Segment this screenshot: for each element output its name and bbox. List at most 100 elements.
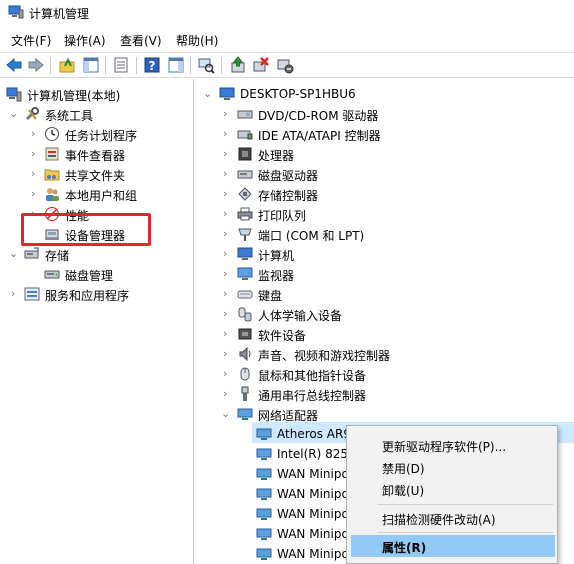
disable-device-icon[interactable] — [276, 56, 294, 74]
properties-list-icon[interactable] — [112, 56, 130, 74]
category-dvd[interactable]: › DVD/CD-ROM 驱动器 — [196, 104, 574, 124]
chevron-right-icon[interactable]: › — [11, 287, 21, 300]
update-driver-icon[interactable] — [229, 56, 247, 74]
chevron-right-icon[interactable]: › — [223, 147, 233, 160]
menu-help[interactable]: 帮助(H) — [176, 32, 218, 49]
device-tree-root[interactable]: ⌄ DESKTOP-SP1HBU6 — [196, 84, 574, 104]
svg-text:?: ? — [149, 59, 156, 73]
category-processor[interactable]: › 处理器 — [196, 144, 574, 164]
tree-root[interactable]: 计算机管理(本地) — [0, 84, 194, 104]
category-hid[interactable]: › 人体学输入设备 — [196, 304, 574, 324]
category-software-devices[interactable]: › 软件设备 — [196, 324, 574, 344]
computer-management-icon — [6, 87, 22, 102]
device-manager-highlight — [21, 213, 151, 246]
category-label: 计算机 — [258, 249, 295, 263]
category-usb[interactable]: › 通用串行总线控制器 — [196, 384, 574, 404]
forward-arrow-icon[interactable] — [27, 56, 45, 74]
chevron-down-icon[interactable]: ⌄ — [9, 247, 19, 260]
tree-item-storage[interactable]: ⌄ 存储 — [0, 244, 194, 264]
menu-action[interactable]: 操作(A) — [64, 32, 106, 49]
chevron-right-icon[interactable]: › — [31, 187, 41, 200]
category-label: 鼠标和其他指针设备 — [258, 369, 367, 383]
up-folder-icon[interactable] — [58, 56, 76, 74]
category-sound[interactable]: › 声音、视频和游戏控制器 — [196, 344, 574, 364]
tree-item-shared-folders[interactable]: › 共享文件夹 — [0, 164, 194, 184]
category-monitors[interactable]: › 监视器 — [196, 264, 574, 284]
category-storage-controllers[interactable]: › 存储控制器 — [196, 184, 574, 204]
chevron-right-icon[interactable]: › — [223, 387, 233, 400]
chevron-down-icon[interactable]: ⌄ — [203, 87, 213, 100]
uninstall-device-icon[interactable] — [252, 56, 270, 74]
chevron-right-icon[interactable]: › — [223, 267, 233, 280]
chevron-right-icon[interactable]: › — [223, 167, 233, 180]
chevron-down-icon[interactable]: ⌄ — [221, 407, 231, 420]
tree-item-services[interactable]: › 服务和应用程序 — [0, 284, 194, 304]
tree-item-system-tools[interactable]: ⌄ 系统工具 — [0, 104, 194, 124]
menu-view[interactable]: 查看(V) — [120, 32, 162, 49]
category-print-queues[interactable]: › 打印队列 — [196, 204, 574, 224]
chevron-right-icon[interactable]: › — [223, 347, 233, 360]
network-card-icon — [256, 548, 272, 560]
menu-item-label: 卸载(U) — [382, 484, 425, 498]
hid-icon — [238, 307, 252, 322]
chevron-right-icon[interactable]: › — [223, 207, 233, 220]
chevron-right-icon[interactable]: › — [223, 127, 233, 140]
menu-item-properties[interactable]: 属性(R) — [351, 535, 555, 557]
chevron-right-icon[interactable]: › — [31, 147, 41, 160]
chevron-right-icon[interactable]: › — [223, 227, 233, 240]
menu-item-label: 更新驱动程序软件(P)... — [382, 440, 507, 454]
chevron-right-icon[interactable]: › — [223, 187, 233, 200]
chevron-down-icon[interactable]: ⌄ — [9, 107, 19, 120]
scan-hardware-icon[interactable] — [197, 56, 215, 74]
category-label: 人体学输入设备 — [258, 309, 343, 323]
tree-item-label: 存储 — [45, 249, 70, 263]
category-label: IDE ATA/ATAPI 控制器 — [258, 129, 381, 143]
chevron-right-icon[interactable]: › — [223, 287, 233, 300]
chevron-right-icon[interactable]: › — [223, 247, 233, 260]
chevron-right-icon[interactable]: › — [31, 127, 41, 140]
tree-item-label: 磁盘管理 — [65, 269, 114, 283]
chevron-right-icon[interactable]: › — [223, 107, 233, 120]
category-computer[interactable]: › 计算机 — [196, 244, 574, 264]
chevron-right-icon[interactable]: › — [223, 367, 233, 380]
tree-item-label: 任务计划程序 — [65, 129, 138, 143]
services-icon — [24, 287, 40, 301]
tree-item-disk-management[interactable]: 磁盘管理 — [0, 264, 194, 284]
back-arrow-icon[interactable] — [5, 56, 23, 74]
category-label: 软件设备 — [258, 329, 307, 343]
menu-item-uninstall[interactable]: 卸载(U) — [351, 478, 555, 500]
help-icon[interactable]: ? — [143, 56, 161, 74]
dvd-drive-icon — [237, 110, 253, 119]
speaker-icon — [239, 346, 251, 362]
window-title: 计算机管理 — [29, 7, 90, 21]
action-pane-icon[interactable] — [167, 56, 185, 74]
category-ide[interactable]: › IDE ATA/ATAPI 控制器 — [196, 124, 574, 144]
software-device-icon — [238, 328, 252, 340]
shared-folder-icon — [44, 169, 60, 181]
category-ports[interactable]: › 端口 (COM 和 LPT) — [196, 224, 574, 244]
title-bar: 计算机管理 — [0, 0, 574, 26]
tree-item-task-scheduler[interactable]: › 任务计划程序 — [0, 124, 194, 144]
category-label: 监视器 — [258, 269, 295, 283]
show-console-tree-icon[interactable] — [82, 56, 100, 74]
category-label: 处理器 — [258, 149, 295, 163]
category-network-adapters[interactable]: ⌄ 网络适配器 — [196, 404, 574, 424]
menu-separator — [377, 504, 553, 505]
chevron-right-icon[interactable]: › — [223, 307, 233, 320]
tree-item-local-users[interactable]: › 本地用户和组 — [0, 184, 194, 204]
menu-file[interactable]: 文件(F) — [11, 32, 51, 49]
toolbar: ? — [0, 52, 574, 78]
adapter-label: WAN Minipo — [277, 467, 349, 481]
storage-controller-icon — [238, 187, 252, 201]
menu-item-update-driver[interactable]: 更新驱动程序软件(P)... — [351, 434, 555, 456]
chevron-right-icon[interactable]: › — [31, 167, 41, 180]
category-disk-drives[interactable]: › 磁盘驱动器 — [196, 164, 574, 184]
computer-icon — [219, 87, 235, 100]
storage-icon — [24, 247, 39, 259]
category-keyboards[interactable]: › 键盘 — [196, 284, 574, 304]
chevron-right-icon[interactable]: › — [223, 327, 233, 340]
tree-item-event-viewer[interactable]: › 事件查看器 — [0, 144, 194, 164]
menu-item-disable[interactable]: 禁用(D) — [351, 456, 555, 478]
menu-item-scan-hardware[interactable]: 扫描检测硬件改动(A) — [351, 507, 555, 529]
category-mice[interactable]: › 鼠标和其他指针设备 — [196, 364, 574, 384]
